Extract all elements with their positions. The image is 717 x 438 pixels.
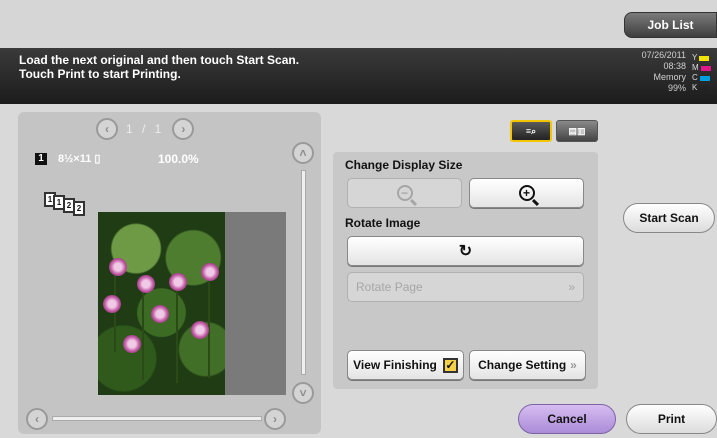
chevron-down-icon: ˅ — [299, 386, 307, 400]
toner-row-m: M — [692, 63, 714, 73]
job-list-button[interactable]: Job List — [624, 12, 717, 38]
rotate-image-icon: ↻ — [458, 243, 473, 260]
change-setting-label: Change Setting — [478, 358, 567, 372]
preview-image-area[interactable] — [98, 212, 286, 395]
toner-row-k: K — [692, 83, 714, 93]
toner-bar-c — [699, 75, 710, 81]
toner-row-c: C — [692, 73, 714, 83]
status-info: 07/26/2011 08:38 Memory 99% — [634, 50, 686, 94]
control-panel: Change Display Size − + Rotate Image ↻ R… — [333, 152, 598, 389]
message-bar: Load the next original and then touch St… — [0, 48, 717, 104]
toner-label: M — [692, 63, 699, 72]
toner-label: K — [692, 83, 698, 92]
rotate-image-label: Rotate Image — [345, 216, 421, 230]
chevron-right-icon: › — [273, 412, 277, 426]
rotate-image-button[interactable]: ↻ — [347, 236, 584, 266]
paper-size-icon: 8½×11 ▯ — [58, 153, 101, 165]
change-setting-button[interactable]: Change Setting » — [469, 350, 586, 380]
memory-value: 99% — [667, 83, 686, 93]
toner-bar-m — [700, 65, 711, 71]
finishing-mode-icon: ▤▥ — [568, 125, 586, 136]
scroll-up-button[interactable]: ˄ — [292, 142, 314, 164]
view-finishing-label: View Finishing — [353, 358, 437, 372]
change-display-size-label: Change Display Size — [345, 158, 463, 172]
status-time: 08:38 — [663, 61, 686, 71]
toner-label: Y — [692, 53, 698, 62]
double-chevron-right-icon: » — [570, 358, 577, 372]
view-finishing-button[interactable]: View Finishing ✓ — [347, 350, 464, 380]
toner-levels: Y M C K — [692, 53, 714, 93]
cancel-button[interactable]: Cancel — [518, 404, 616, 434]
toner-row-y: Y — [692, 53, 714, 63]
vertical-scrollbar[interactable] — [301, 170, 306, 375]
zoom-out-button[interactable]: − — [347, 178, 462, 208]
zoom-out-icon: − — [396, 185, 413, 201]
chevron-right-icon: › — [181, 122, 186, 136]
horizontal-scrollbar[interactable] — [52, 416, 262, 421]
preview-mode-icon: ≡⌕ — [525, 125, 537, 136]
zoom-in-button[interactable]: + — [469, 178, 584, 208]
copy-number-badge: 1 — [35, 153, 47, 165]
checkbox-checked-icon: ✓ — [442, 357, 458, 373]
flower-stem — [142, 290, 144, 380]
instruction-message: Load the next original and then touch St… — [19, 53, 300, 81]
top-strip — [0, 0, 717, 48]
status-date: 07/26/2011 — [641, 50, 686, 60]
preview-panel: ‹ 1 / 1 › 1 8½×11 ▯ 100.0% 1 1 2 2 ˄ ˅ ‹ — [18, 112, 321, 434]
flower-stem — [176, 288, 178, 383]
toner-bar-y — [699, 55, 710, 61]
scroll-right-button[interactable]: › — [264, 408, 286, 430]
memory-label: Memory — [653, 72, 686, 82]
page-indicator: 1 / 1 — [126, 122, 165, 136]
next-page-button[interactable]: › — [172, 118, 195, 140]
preview-mode-button[interactable]: ≡⌕ — [510, 120, 552, 142]
page-thumb: 2 — [73, 201, 85, 216]
finishing-mode-button[interactable]: ▤▥ — [556, 120, 598, 142]
scroll-left-button[interactable]: ‹ — [26, 408, 48, 430]
prev-page-button[interactable]: ‹ — [96, 118, 118, 140]
print-button[interactable]: Print — [626, 404, 717, 434]
rotate-page-button[interactable]: Rotate Page » — [347, 272, 584, 302]
zoom-level: 100.0% — [158, 152, 199, 166]
scanned-photo — [98, 212, 225, 395]
page-order-icon: 1 1 2 2 — [44, 192, 88, 216]
toner-bar-k — [699, 85, 710, 91]
scroll-down-button[interactable]: ˅ — [292, 382, 314, 404]
toner-label: C — [692, 73, 698, 82]
chevron-left-icon: ‹ — [35, 412, 39, 426]
rotate-page-label: Rotate Page — [356, 280, 423, 294]
double-chevron-right-icon: » — [568, 280, 575, 294]
chevron-up-icon: ˄ — [299, 146, 307, 160]
start-scan-button[interactable]: Start Scan — [623, 203, 715, 233]
chevron-left-icon: ‹ — [105, 122, 109, 136]
page-navigation: ‹ 1 / 1 › — [96, 118, 195, 140]
zoom-in-icon: + — [518, 185, 535, 201]
